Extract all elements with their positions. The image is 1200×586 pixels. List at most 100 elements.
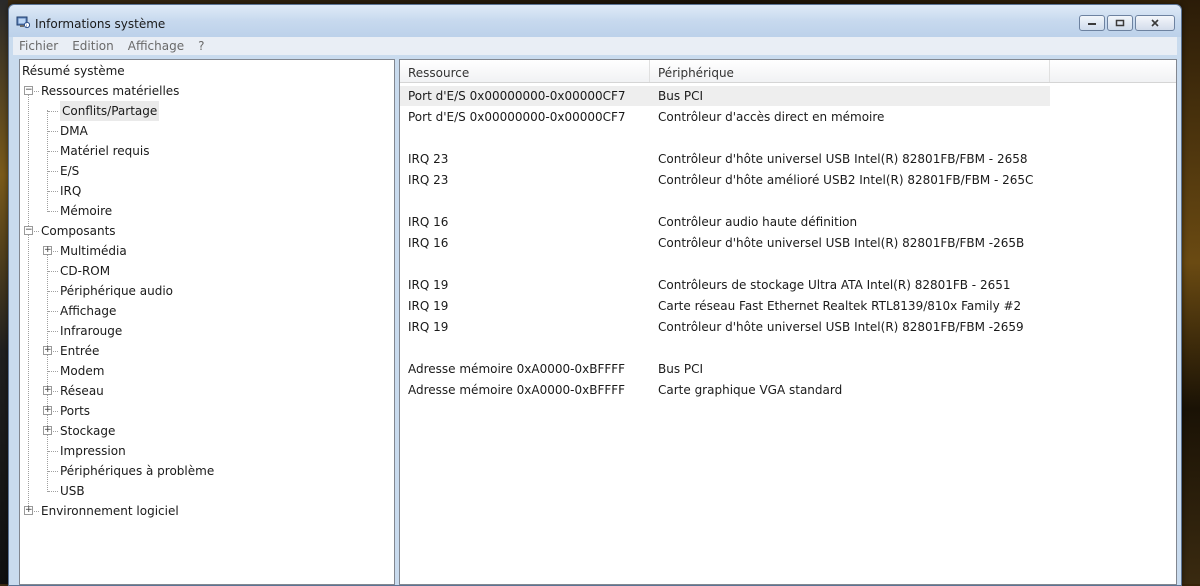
tree-connector-line (48, 471, 58, 472)
tree-item[interactable]: Conflits/Partage (20, 101, 390, 121)
table-row[interactable]: IRQ 19 Contrôleur d'hôte universel USB In… (400, 317, 1050, 337)
tree-item[interactable]: + Environnement logiciel (20, 501, 390, 521)
table-row[interactable]: IRQ 23 Contrôleur d'hôte amélioré USB2 In… (400, 170, 1050, 190)
collapse-icon[interactable]: − (24, 86, 33, 95)
category-tree[interactable]: Résumé système − Ressources matérielles Con… (19, 59, 395, 585)
menu-help[interactable]: ? (198, 39, 204, 53)
cell-device: Bus PCI (658, 362, 704, 376)
cell-resource: IRQ 19 (408, 299, 449, 313)
cell-device: Contrôleur d'accès direct en mémoire (658, 110, 885, 124)
table-row[interactable]: IRQ 16 Contrôleur audio haute définition (400, 212, 1050, 232)
cell-device: Contrôleur d'hôte universel USB Intel(R)… (658, 320, 1024, 334)
tree-item-label: Réseau (60, 384, 104, 398)
tree-item-label: USB (60, 484, 85, 498)
window-title: Informations système (35, 17, 166, 31)
tree-connector-line (48, 171, 58, 172)
tree-item[interactable]: Impression (20, 441, 390, 461)
minimize-button[interactable] (1079, 15, 1105, 31)
tree-item[interactable]: − Ressources matérielles (20, 81, 390, 101)
tree-item[interactable]: Périphériques à problème (20, 461, 390, 481)
tree-item[interactable]: E/S (20, 161, 390, 181)
tree-item[interactable]: + Stockage (20, 421, 390, 441)
svg-text:i: i (26, 23, 27, 29)
system-information-window: i Informations système Fichier Edition A… (8, 4, 1182, 586)
tree-item[interactable]: + Entrée (20, 341, 390, 361)
menu-edition[interactable]: Edition (72, 39, 114, 53)
menu-bar: Fichier Edition Affichage ? (13, 37, 1177, 55)
tree-connector-line (48, 491, 58, 492)
tree-item-label: Composants (41, 224, 116, 238)
table-row[interactable] (400, 191, 1050, 211)
cell-device: Carte réseau Fast Ethernet Realtek RTL81… (658, 299, 1022, 313)
title-bar[interactable]: i Informations système (9, 5, 1181, 37)
cell-device: Contrôleur d'hôte universel USB Intel(R)… (658, 152, 1028, 166)
tree-connector-line (48, 111, 58, 112)
tree-item-label: DMA (60, 124, 88, 138)
table-row[interactable]: IRQ 23 Contrôleur d'hôte universel USB In… (400, 149, 1050, 169)
expand-icon[interactable]: + (43, 386, 52, 395)
cell-device: Contrôleur audio haute définition (658, 215, 858, 229)
column-header-peripherique[interactable]: Périphérique (650, 60, 1050, 82)
table-row[interactable]: IRQ 16 Contrôleur d'hôte universel USB In… (400, 233, 1050, 253)
expand-icon[interactable]: + (43, 346, 52, 355)
table-row[interactable]: Port d'E/S 0x00000000-0x00000CF7 Bus PCI (400, 86, 1050, 106)
tree-item-label: Ports (60, 404, 91, 418)
tree-item[interactable]: USB (20, 481, 390, 501)
tree-item[interactable]: DMA (20, 121, 390, 141)
tree-item[interactable]: + Ports (20, 401, 390, 421)
close-button[interactable] (1135, 15, 1175, 31)
tree-item-label: Stockage (60, 424, 116, 438)
tree-item[interactable]: − Composants (20, 221, 390, 241)
tree-connector-line (48, 151, 58, 152)
expand-icon[interactable]: + (24, 506, 33, 515)
table-row[interactable]: IRQ 19 Carte réseau Fast Ethernet Realtek… (400, 296, 1050, 316)
tree-connector-line (48, 211, 58, 212)
tree-connector-line (48, 191, 58, 192)
tree-item[interactable]: + Multimédia (20, 241, 390, 261)
cell-resource: IRQ 19 (408, 320, 449, 334)
cell-resource: IRQ 23 (408, 152, 449, 166)
tree-item[interactable]: IRQ (20, 181, 390, 201)
table-row[interactable]: Port d'E/S 0x00000000-0x00000CF7 Contrôle… (400, 107, 1050, 127)
expand-icon[interactable]: + (43, 426, 52, 435)
tree-connector-line (48, 311, 58, 312)
tree-item-label: Conflits/Partage (60, 101, 160, 121)
tree-item-label: Infrarouge (60, 324, 123, 338)
tree-item-label: IRQ (60, 184, 82, 198)
tree-item[interactable]: Modem (20, 361, 390, 381)
main-content: Résumé système − Ressources matérielles Con… (13, 59, 1177, 585)
tree-item[interactable]: Affichage (20, 301, 390, 321)
tree-connector-line (48, 371, 58, 372)
table-row[interactable]: Adresse mémoire 0xA0000-0xBFFFF Bus PCI (400, 359, 1050, 379)
tree-item[interactable]: Résumé système (20, 61, 390, 81)
cell-device: Bus PCI (658, 89, 704, 103)
tree-item[interactable]: CD-ROM (20, 261, 390, 281)
table-row[interactable] (400, 128, 1050, 148)
expand-icon[interactable]: + (43, 246, 52, 255)
column-header-ressource[interactable]: Ressource (400, 60, 650, 82)
tree-item[interactable]: Périphérique audio (20, 281, 390, 301)
cell-resource: IRQ 23 (408, 173, 449, 187)
cell-device: Contrôleur d'hôte universel USB Intel(R)… (658, 236, 1025, 250)
tree-connector-line (48, 291, 58, 292)
tree-item-label: Ressources matérielles (41, 84, 180, 98)
table-row[interactable]: Adresse mémoire 0xA0000-0xBFFFF Carte gra… (400, 380, 1050, 400)
collapse-icon[interactable]: − (24, 226, 33, 235)
tree-item[interactable]: Mémoire (20, 201, 390, 221)
expand-icon[interactable]: + (43, 406, 52, 415)
cell-device: Carte graphique VGA standard (658, 383, 843, 397)
resource-list[interactable]: Ressource Périphérique Port d'E/S 0x0000… (399, 59, 1177, 585)
table-row[interactable] (400, 338, 1050, 358)
tree-item-label: Modem (60, 364, 105, 378)
table-row[interactable] (400, 254, 1050, 274)
menu-fichier[interactable]: Fichier (19, 39, 58, 53)
tree-item[interactable]: + Réseau (20, 381, 390, 401)
table-row[interactable]: IRQ 19 Contrôleurs de stockage Ultra ATA … (400, 275, 1050, 295)
menu-affichage[interactable]: Affichage (128, 39, 184, 53)
system-info-app-icon: i (16, 16, 30, 29)
cell-resource: IRQ 16 (408, 215, 449, 229)
maximize-button[interactable] (1107, 15, 1133, 31)
tree-item[interactable]: Infrarouge (20, 321, 390, 341)
cell-resource: IRQ 16 (408, 236, 449, 250)
tree-item[interactable]: Matériel requis (20, 141, 390, 161)
